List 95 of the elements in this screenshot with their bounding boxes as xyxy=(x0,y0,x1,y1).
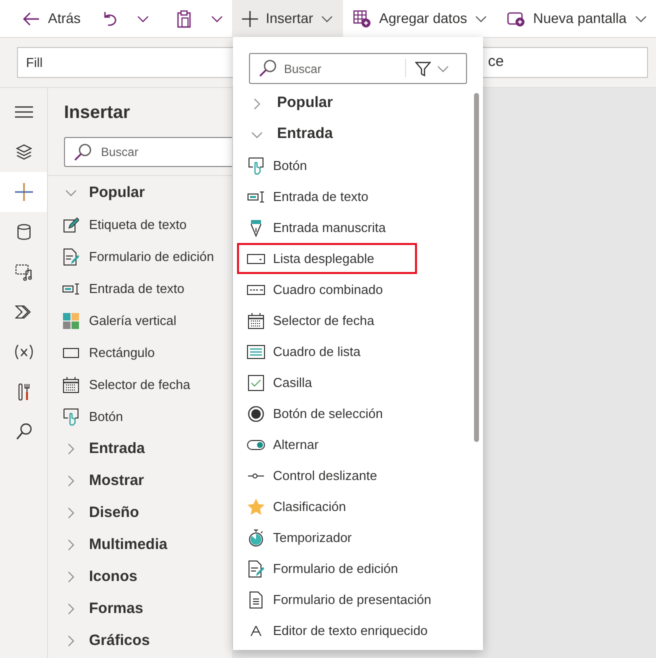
control-item[interactable]: Clasificación xyxy=(237,491,354,522)
control-item[interactable]: Cuadro de lista xyxy=(237,336,368,367)
control-item[interactable]: Selector de fecha xyxy=(48,369,232,401)
control-item[interactable]: Editor de texto enriquecido xyxy=(237,615,436,646)
search-field[interactable]: Buscar xyxy=(249,53,467,84)
slider-icon xyxy=(248,472,264,478)
calendar-icon xyxy=(248,312,264,328)
database-icon xyxy=(16,224,30,240)
media-icon xyxy=(14,263,32,281)
chevron-right-icon xyxy=(67,443,75,455)
chevron-right-icon xyxy=(253,98,261,110)
chevron-right-icon xyxy=(67,507,75,519)
pen-nib-icon xyxy=(250,218,262,236)
chevron-down-icon xyxy=(136,14,149,22)
search-icon xyxy=(16,423,32,441)
table-add-icon xyxy=(353,10,372,28)
category-header[interactable]: Popular xyxy=(233,88,469,119)
toolbar-button[interactable]: Insertar xyxy=(232,0,344,37)
chevron-down-icon xyxy=(65,189,77,197)
button-pointer-icon xyxy=(248,156,264,174)
category-header[interactable]: Formas xyxy=(48,593,232,625)
text-input-icon xyxy=(62,283,80,295)
control-item[interactable]: Temporizador xyxy=(237,522,360,553)
edit-form-icon xyxy=(248,560,264,578)
back-arrow-icon xyxy=(22,10,40,26)
search-icon xyxy=(259,59,277,77)
toggle-icon xyxy=(247,440,265,450)
control-item[interactable]: Alternar xyxy=(237,429,327,460)
control-item[interactable]: Botón de selección xyxy=(237,398,391,429)
category-header[interactable]: Multimedia xyxy=(48,529,232,561)
category-header[interactable]: Popular xyxy=(48,177,232,209)
back-button[interactable]: Atrás xyxy=(0,0,89,37)
control-item[interactable]: Rectángulo xyxy=(48,337,232,369)
checkbox-icon xyxy=(248,374,264,390)
gallery-icon xyxy=(63,313,79,329)
screen-add-icon xyxy=(507,10,526,26)
control-item[interactable]: Etiqueta de texto xyxy=(48,209,232,241)
chevron-right-icon xyxy=(67,603,75,615)
category-header[interactable]: Mostrar xyxy=(48,465,232,497)
category-header[interactable]: Iconos xyxy=(48,561,232,593)
dropdown-box-icon xyxy=(247,252,265,264)
control-item[interactable]: Entrada manuscrita xyxy=(237,212,394,243)
layers-icon xyxy=(16,144,32,160)
list-box-icon xyxy=(247,344,265,358)
calendar-icon xyxy=(63,377,79,393)
control-item[interactable]: Lista desplegable xyxy=(237,243,417,274)
control-item[interactable]: Entrada de texto xyxy=(48,273,232,305)
filter-icon xyxy=(415,60,431,76)
timer-icon xyxy=(248,528,264,546)
chevron-down-icon xyxy=(437,64,449,72)
control-item[interactable]: Botón xyxy=(48,401,232,433)
document-icon xyxy=(249,590,263,608)
category-header[interactable]: Entrada xyxy=(233,119,469,150)
pencil-icon xyxy=(63,217,79,233)
rich-text-icon xyxy=(249,626,263,636)
combo-box-icon xyxy=(247,284,265,296)
control-item[interactable]: Formulario de edición xyxy=(48,241,232,273)
plus-icon xyxy=(242,10,258,26)
control-item[interactable]: Selector de fecha xyxy=(237,305,382,336)
control-item[interactable]: Formulario de presentación xyxy=(237,584,440,615)
radio-button-icon xyxy=(248,406,264,422)
text-input-icon xyxy=(247,190,265,202)
chevron-down-icon xyxy=(210,14,223,22)
control-item[interactable]: Control deslizante xyxy=(237,460,386,491)
chevron-right-icon xyxy=(67,635,75,647)
button-pointer-icon xyxy=(63,408,79,426)
tools-icon xyxy=(18,383,30,401)
clipboard-icon xyxy=(176,10,191,28)
category-header[interactable]: Gráficos xyxy=(48,625,232,657)
category-header[interactable]: Diseño xyxy=(48,497,232,529)
category-header[interactable]: Entrada xyxy=(48,433,232,465)
control-item[interactable]: Casilla xyxy=(237,367,320,398)
chevron-down-icon xyxy=(321,14,334,22)
control-item[interactable]: Cuadro combinado xyxy=(237,274,391,305)
plus-icon xyxy=(14,183,32,201)
edit-form-icon xyxy=(63,248,79,266)
control-item[interactable]: Galería vertical xyxy=(48,305,232,337)
chevron-down-icon xyxy=(475,14,488,22)
panel-title: Insertar xyxy=(63,101,132,124)
scrollbar-thumb[interactable] xyxy=(474,93,479,442)
rectangle-icon xyxy=(63,347,79,359)
star-icon xyxy=(247,498,265,516)
control-item[interactable]: Entrada de texto xyxy=(237,181,376,212)
search-icon xyxy=(74,143,92,161)
menu-icon xyxy=(14,106,32,118)
control-item[interactable]: Botón xyxy=(237,150,315,181)
search-field[interactable]: Buscar xyxy=(64,137,232,167)
chevron-right-icon xyxy=(67,475,75,487)
control-item[interactable]: Formulario de edición xyxy=(237,553,406,584)
chevron-down-icon xyxy=(634,14,647,22)
variables-icon xyxy=(14,344,34,360)
chevron-right-icon xyxy=(67,539,75,551)
flow-icon xyxy=(14,305,32,319)
chevron-down-icon xyxy=(251,130,263,138)
chevron-right-icon xyxy=(67,571,75,583)
